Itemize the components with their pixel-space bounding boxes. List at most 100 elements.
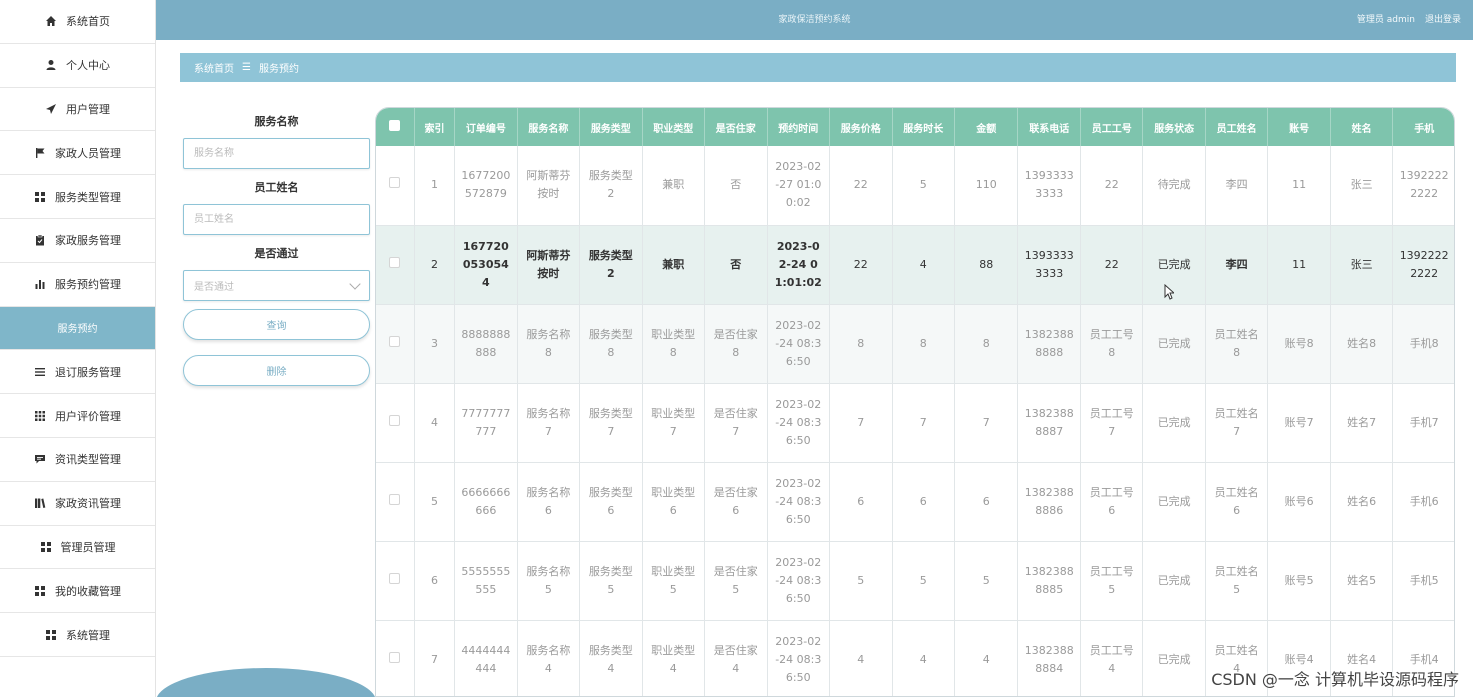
table-cell: 兼职 xyxy=(642,146,706,226)
sidebar-item-label: 我的收藏管理 xyxy=(55,584,121,598)
table-row[interactable]: 2 1677200530544 阿斯蒂芬按时 服务类型2 兼职否 2023-02-24 0… xyxy=(376,225,1454,305)
logout-link[interactable]: 退出登录 xyxy=(1425,12,1461,25)
table-row[interactable]: 6 5555555555 服务名称5 服务类型5 职业类型5 是否住家5 2023-02-2… xyxy=(376,541,1454,621)
approved-select[interactable]: 是否通过 xyxy=(183,270,370,301)
sidebar: 系统首页 个人中心 用户管理 家政人员管理 服务类型管理 家政服务管理 服务预约管理 服务预约… xyxy=(0,0,156,697)
table-row[interactable]: 4 7777777777 服务名称7 服务类型7 职业类型7 是否住家7 2023-02-2… xyxy=(376,383,1454,463)
sidebar-item-0[interactable]: 系统首页 xyxy=(0,0,155,44)
row-checkbox[interactable] xyxy=(389,177,401,189)
sidebar-item-7[interactable]: 服务预约 xyxy=(0,306,155,351)
table-cell: 4444444444 xyxy=(454,620,518,696)
select-all-cell xyxy=(376,108,415,146)
row-checkbox[interactable] xyxy=(389,335,401,347)
table-cell: 账号5 xyxy=(1267,541,1331,621)
table-cell: 5 xyxy=(829,541,893,621)
service-name-input[interactable] xyxy=(183,138,370,169)
table-cell: 已完成 xyxy=(1142,304,1206,384)
column-header: 账号 xyxy=(1267,108,1331,146)
column-header: 联系电话 xyxy=(1017,108,1081,146)
table-cell: 员工工号8 xyxy=(1080,304,1144,384)
row-checkbox[interactable] xyxy=(389,651,401,663)
table-cell: 服务类型2 xyxy=(579,146,643,226)
table-cell: 否 xyxy=(704,225,768,305)
decorative-wave xyxy=(156,668,376,697)
table-cell: 110 xyxy=(954,146,1019,226)
table-cell: 是否住家5 xyxy=(704,541,768,621)
row-select-cell xyxy=(376,146,415,226)
table-cell: 职业类型5 xyxy=(642,541,706,621)
row-select-cell xyxy=(376,541,415,621)
sidebar-item-label: 资讯类型管理 xyxy=(55,453,121,467)
table-cell: 22 xyxy=(829,146,893,226)
sidebar-item-label: 管理员管理 xyxy=(60,540,116,554)
table-cell: 手机5 xyxy=(1392,541,1454,621)
column-header: 是否住家 xyxy=(704,108,768,146)
table-cell: 服务名称8 xyxy=(517,304,581,384)
sidebar-item-6[interactable]: 服务预约管理 xyxy=(0,262,155,307)
delete-button[interactable]: 删除 xyxy=(183,355,370,386)
table-cell: 服务类型8 xyxy=(579,304,643,384)
sidebar-item-10[interactable]: 资讯类型管理 xyxy=(0,437,155,482)
sidebar-item-14[interactable]: 系统管理 xyxy=(0,613,155,657)
column-header: 员工工号 xyxy=(1080,108,1144,146)
select-all-checkbox[interactable] xyxy=(389,120,401,131)
table-cell: 服务类型6 xyxy=(579,462,643,542)
sidebar-item-12[interactable]: 管理员管理 xyxy=(0,525,155,570)
row-checkbox[interactable] xyxy=(389,493,401,505)
row-checkbox[interactable] xyxy=(389,414,401,426)
table-cell: 已完成 xyxy=(1142,462,1206,542)
grid-icon xyxy=(45,629,57,641)
sidebar-item-13[interactable]: 我的收藏管理 xyxy=(0,569,155,614)
table-cell: 姓名7 xyxy=(1330,383,1394,463)
breadcrumb-home[interactable]: 系统首页 xyxy=(194,60,234,75)
table-row[interactable]: 1 1677200572879 阿斯蒂芬按时 服务类型2 兼职否 2023-02-27 0… xyxy=(376,146,1454,226)
table-header-row: 索引 订单编号 服务名称 服务类型 职业类型 是否住家 预约时间 服务价格 服务时长 金额 联系电话… xyxy=(376,108,1454,146)
table-cell: 13933333333 xyxy=(1017,146,1081,226)
column-header: 订单编号 xyxy=(454,108,518,146)
table-cell: 职业类型4 xyxy=(642,620,706,696)
sidebar-item-11[interactable]: 家政资讯管理 xyxy=(0,481,155,526)
table-cell: 4 xyxy=(954,620,1019,696)
list-icon xyxy=(34,366,46,378)
table-cell: 2023-02-24 08:36:50 xyxy=(767,304,831,384)
table-cell: 李四 xyxy=(1205,225,1269,305)
row-select-cell xyxy=(376,383,415,463)
table-cell: 员工姓名5 xyxy=(1205,541,1269,621)
table-cell: 姓名8 xyxy=(1330,304,1394,384)
row-select-cell xyxy=(376,304,415,384)
table-cell: 姓名6 xyxy=(1330,462,1394,542)
row-select-cell xyxy=(376,462,415,542)
table-cell: 8 xyxy=(892,304,955,384)
table-cell: 服务类型7 xyxy=(579,383,643,463)
sidebar-item-4[interactable]: 服务类型管理 xyxy=(0,175,155,219)
sidebar-item-9[interactable]: 用户评价管理 xyxy=(0,394,155,438)
query-button[interactable]: 查询 xyxy=(183,309,370,340)
table-cell: 姓名5 xyxy=(1330,541,1394,621)
employee-name-input[interactable] xyxy=(183,204,370,235)
sidebar-item-3[interactable]: 家政人员管理 xyxy=(0,131,155,176)
sidebar-item-1[interactable]: 个人中心 xyxy=(0,43,155,88)
table-cell: 已完成 xyxy=(1142,225,1206,305)
table-row[interactable]: 3 8888888888 服务名称8 服务类型8 职业类型8 是否住家8 2023-02-2… xyxy=(376,304,1454,384)
table-cell: 阿斯蒂芬按时 xyxy=(517,225,581,305)
sidebar-item-8[interactable]: 退订服务管理 xyxy=(0,350,155,395)
column-header: 服务类型 xyxy=(579,108,643,146)
employee-name-label: 员工姓名 xyxy=(254,181,299,194)
table-cell: 4 xyxy=(892,620,955,696)
table-cell: 5 xyxy=(892,541,955,621)
table-row[interactable]: 5 6666666666 服务名称6 服务类型6 职业类型6 是否住家6 2023-02-2… xyxy=(376,462,1454,542)
sidebar-item-5[interactable]: 家政服务管理 xyxy=(0,218,155,263)
grid-small-icon xyxy=(34,410,46,422)
sidebar-item-2[interactable]: 用户管理 xyxy=(0,87,155,132)
approved-select-value: 是否通过 xyxy=(194,282,234,293)
sidebar-item-label: 家政资讯管理 xyxy=(55,497,121,511)
send-icon xyxy=(45,103,57,115)
table-cell: 4 xyxy=(829,620,893,696)
table-cell: 服务名称5 xyxy=(517,541,581,621)
row-checkbox[interactable] xyxy=(389,572,401,584)
table-cell: 服务名称6 xyxy=(517,462,581,542)
row-checkbox[interactable] xyxy=(389,256,401,268)
table-cell: 8 xyxy=(954,304,1019,384)
message-icon xyxy=(34,453,46,465)
service-name-label: 服务名称 xyxy=(254,115,299,128)
